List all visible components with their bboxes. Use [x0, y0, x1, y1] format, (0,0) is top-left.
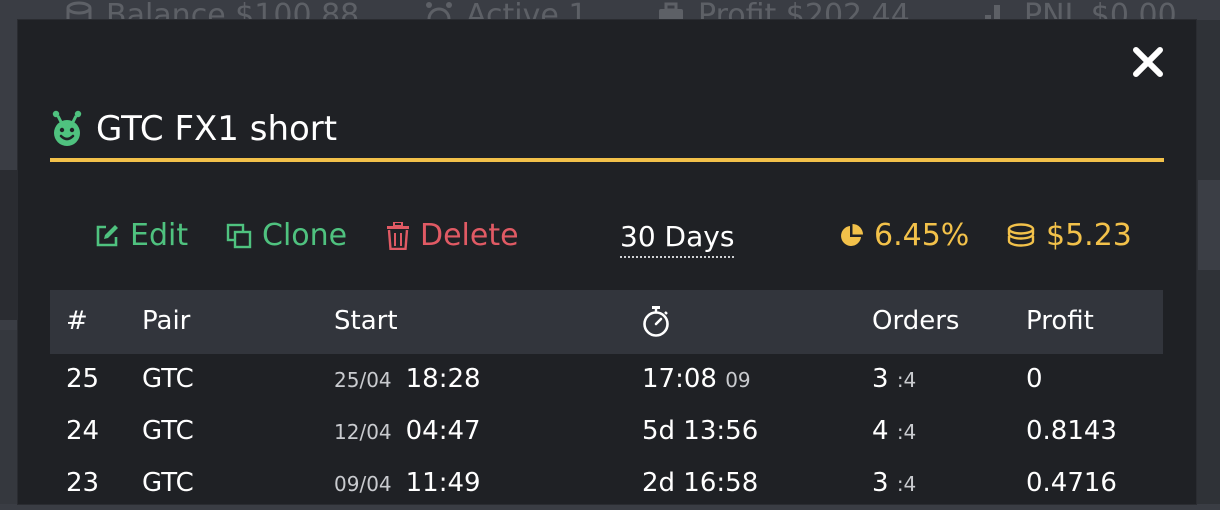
- cell-profit: 0: [1026, 364, 1043, 394]
- close-icon: [1133, 47, 1163, 77]
- cell-duration: 5d 13:56: [642, 416, 758, 446]
- cell-duration-main: 2d 16:58: [642, 468, 759, 498]
- cell-duration-seconds: 09: [725, 368, 751, 392]
- clone-icon: [226, 223, 252, 248]
- table-row[interactable]: 25 GTC 25/04 18:28 17:08 09 3 :4 0: [50, 354, 1163, 406]
- cell-start-date: 25/04: [334, 368, 392, 392]
- delete-button[interactable]: Delete: [386, 218, 519, 253]
- cell-pair: GTC: [142, 468, 194, 498]
- cell-duration-main: 5d 13:56: [642, 416, 759, 446]
- cell-orders-max: :4: [896, 368, 917, 392]
- cell-profit: 0.4716: [1026, 468, 1117, 498]
- cell-start: 12/04 04:47: [334, 416, 481, 446]
- cell-orders-count: 4: [872, 416, 889, 446]
- cell-orders-max: :4: [896, 420, 917, 444]
- table-row[interactable]: 23 GTC 09/04 11:49 2d 16:58 3 :4 0.4716: [50, 458, 1163, 510]
- header-orders[interactable]: Orders: [872, 306, 959, 336]
- background-left-panel: [0, 170, 18, 320]
- period-selector[interactable]: 30 Days: [620, 220, 735, 258]
- cell-orders: 3 :4: [872, 468, 916, 498]
- header-start[interactable]: Start: [334, 306, 398, 336]
- edit-label: Edit: [130, 218, 189, 253]
- pie-chart-icon: [841, 223, 863, 246]
- cell-start-date: 09/04: [334, 472, 392, 496]
- cell-id: 23: [66, 468, 100, 498]
- edit-button[interactable]: Edit: [94, 218, 188, 253]
- stopwatch-icon: [643, 306, 669, 337]
- profit-percent-value: 6.45%: [874, 218, 970, 253]
- cell-duration: 2d 16:58: [642, 468, 758, 498]
- profit-percent: 6.45%: [838, 218, 969, 253]
- deals-table: # Pair Start Orders Profit 25 GTC 25/04 1…: [50, 290, 1163, 510]
- header-duration[interactable]: [642, 306, 670, 345]
- delete-label: Delete: [420, 218, 519, 253]
- cell-id: 24: [66, 416, 100, 446]
- bot-detail-modal: GTC FX1 short Edit Clone Delete 30 Days …: [18, 20, 1196, 504]
- close-button[interactable]: [1130, 44, 1166, 80]
- cell-orders-count: 3: [872, 364, 889, 394]
- cell-start-date: 12/04: [334, 420, 392, 444]
- clone-label: Clone: [262, 218, 348, 253]
- cell-profit: 0.8143: [1026, 416, 1117, 446]
- bot-actions-bar: Edit Clone Delete 30 Days 6.45% $5.23: [94, 218, 1156, 262]
- trash-icon: [387, 221, 409, 250]
- cell-orders-max: :4: [896, 472, 917, 496]
- table-header: # Pair Start Orders Profit: [50, 290, 1163, 354]
- period-label: 30 Days: [620, 220, 735, 258]
- robot-icon: [52, 110, 82, 146]
- cell-start-time: 18:28: [405, 364, 481, 394]
- cell-start-time: 04:47: [405, 416, 481, 446]
- cell-orders: 4 :4: [872, 416, 916, 446]
- header-pair[interactable]: Pair: [142, 306, 190, 336]
- cell-start: 09/04 11:49: [334, 468, 481, 498]
- profit-amount-value: $5.23: [1046, 218, 1132, 253]
- cell-orders: 3 :4: [872, 364, 916, 394]
- background-right-panel: [1194, 20, 1220, 504]
- background-left-panel-lower: [0, 330, 18, 504]
- modal-title-row: GTC FX1 short: [50, 100, 1164, 162]
- cell-start: 25/04 18:28: [334, 364, 481, 394]
- profit-amount: $5.23: [1006, 218, 1132, 253]
- cell-start-time: 11:49: [405, 468, 481, 498]
- cell-pair: GTC: [142, 416, 194, 446]
- edit-icon: [96, 224, 118, 246]
- cell-orders-count: 3: [872, 468, 889, 498]
- header-profit[interactable]: Profit: [1026, 306, 1094, 336]
- cell-pair: GTC: [142, 364, 194, 394]
- header-id[interactable]: #: [66, 306, 88, 336]
- clone-button[interactable]: Clone: [226, 218, 347, 253]
- cell-duration-main: 17:08: [642, 364, 717, 394]
- cell-id: 25: [66, 364, 100, 394]
- cell-duration: 17:08 09: [642, 364, 751, 394]
- modal-title: GTC FX1 short: [96, 109, 338, 149]
- table-row[interactable]: 24 GTC 12/04 04:47 5d 13:56 4 :4 0.8143: [50, 406, 1163, 458]
- coins-icon: [1007, 222, 1035, 247]
